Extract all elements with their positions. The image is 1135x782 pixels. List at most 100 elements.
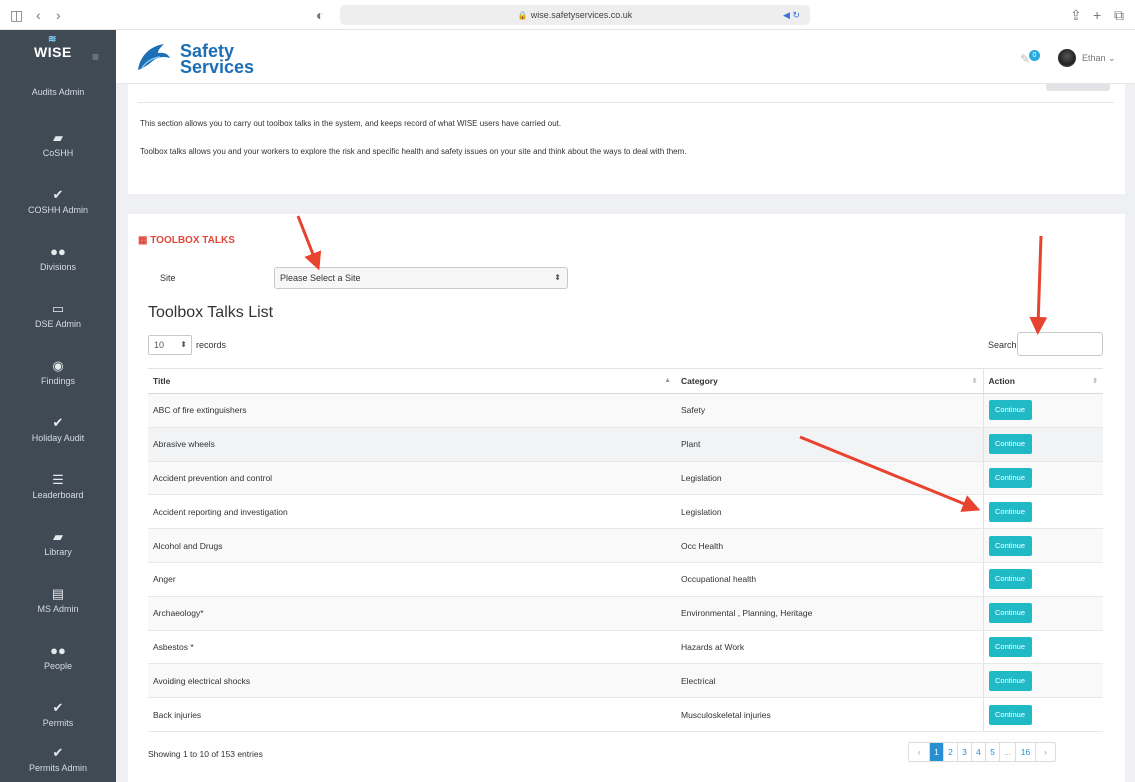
column-header-action[interactable]: Action ⬍ <box>982 368 1103 394</box>
lock-icon: 🔒 <box>517 11 528 20</box>
user-menu[interactable]: Ethan ⌄ <box>1082 53 1116 64</box>
continue-button[interactable]: Continue <box>988 569 1032 590</box>
wifi-icon: ≋ <box>48 34 57 45</box>
sidebar-item-label: DSE Admin <box>34 319 82 329</box>
sidebar-item-ms-admin[interactable]: ▤ MS Admin <box>0 586 116 642</box>
sidebar-item-divisions[interactable]: ●● Divisions <box>0 244 116 300</box>
divider <box>138 102 1114 103</box>
column-header-category[interactable]: Category ⬍ <box>676 368 983 394</box>
table-row: Asbestos * Hazards at Work Continue <box>148 630 1103 665</box>
dolphin-logo-icon[interactable] <box>134 40 172 74</box>
sidebar-item-label: Permits Admin <box>28 763 88 773</box>
pagination-page[interactable]: 16 <box>1015 743 1035 761</box>
cell-title: Back injuries <box>148 697 676 732</box>
continue-button[interactable]: Continue <box>988 670 1032 691</box>
search-input[interactable] <box>1017 332 1103 356</box>
monitor-icon: ▭ <box>51 301 65 316</box>
sidebar-item-leaderboard[interactable]: ☰ Leaderboard <box>0 472 116 528</box>
sidebar-item-label: Permits <box>42 718 74 728</box>
wise-logo[interactable]: ≋ WISE <box>34 34 72 60</box>
pagination-page[interactable]: 2 <box>943 743 957 761</box>
cell-category: Occupational health <box>676 562 983 597</box>
sidebar-item-holiday-audit[interactable]: ✔ Holiday Audit <box>0 415 116 471</box>
sidebar-toggle-icon[interactable]: ◫ <box>10 6 23 24</box>
back-icon[interactable]: ‹ <box>36 6 41 24</box>
cell-action: Continue <box>982 562 1103 597</box>
sidebar-item-label: Divisions <box>39 262 76 272</box>
forward-icon[interactable]: › <box>56 6 61 24</box>
table-row: Alcohol and Drugs Occ Health Continue <box>148 528 1103 563</box>
cell-title: Anger <box>148 562 676 597</box>
sidebar-item-findings[interactable]: ◉ Findings <box>0 358 116 414</box>
address-bar[interactable]: 🔒 wise.safetyservices.co.uk ◀ ↻ <box>340 5 810 25</box>
site-select-value: Please Select a Site <box>280 273 361 283</box>
pagination-next[interactable]: › <box>1035 743 1055 761</box>
site-select[interactable]: Please Select a Site ⬍ <box>274 267 568 289</box>
users-icon: ●● <box>50 643 66 658</box>
eye-icon: ◉ <box>52 358 64 373</box>
page-length-select[interactable]: 10 ⬍ <box>148 335 192 355</box>
check-icon: ✔ <box>52 415 64 430</box>
cell-title: Avoiding electrical shocks <box>148 663 676 699</box>
cell-title: Alcohol and Drugs <box>148 528 676 563</box>
sidebar-item-coshh-admin[interactable]: ✔ COSHH Admin <box>0 187 116 243</box>
new-tab-icon[interactable]: + <box>1093 6 1101 24</box>
cell-category: Legislation <box>676 494 983 530</box>
search-label: Search: <box>988 340 1020 350</box>
url-text: wise.safetyservices.co.uk <box>530 10 633 20</box>
toolbox-talks-table: Title ▲ Category ⬍ Action ⬍ ABC of fire ext… <box>148 368 1103 732</box>
sort-asc-icon: ▲ <box>664 377 671 384</box>
cell-category: Legislation <box>676 461 983 496</box>
sidebar-item-permits-admin[interactable]: ✔ Permits Admin <box>0 745 116 782</box>
audio-icon[interactable]: ◀ ↻ <box>783 5 800 25</box>
sidebar-item-label: CoSHH <box>42 148 74 158</box>
shield-icon[interactable]: ◐ <box>316 6 324 24</box>
cell-category: Occ Health <box>676 528 983 563</box>
continue-button[interactable]: Continue <box>988 467 1032 488</box>
share-icon[interactable]: ⇪ <box>1070 6 1082 24</box>
sidebar-item-coshh[interactable]: ▰ CoSHH <box>0 130 116 186</box>
sidebar-item-label: Library <box>44 547 72 557</box>
cell-action: Continue <box>982 663 1103 699</box>
column-header-title[interactable]: Title ▲ <box>148 368 676 394</box>
cell-category: Musculoskeletal injuries <box>676 697 983 732</box>
hamburger-menu-icon[interactable]: ≡ <box>92 50 99 64</box>
continue-button[interactable]: Continue <box>988 434 1032 455</box>
pagination-page[interactable]: 3 <box>957 743 971 761</box>
sidebar-item-people[interactable]: ●● People <box>0 643 116 699</box>
avatar[interactable] <box>1058 49 1076 67</box>
intro-text-1: This section allows you to carry out too… <box>140 119 562 128</box>
continue-button[interactable]: Continue <box>988 501 1032 522</box>
sidebar-item-dse-admin[interactable]: ▭ DSE Admin <box>0 301 116 357</box>
continue-button[interactable]: Continue <box>988 400 1032 421</box>
cell-category: Environmental , Planning, Heritage <box>676 596 983 631</box>
continue-button[interactable]: Continue <box>988 636 1032 657</box>
sidebar-item-audits-admin[interactable]: Audits Admin <box>0 87 116 97</box>
table-info: Showing 1 to 10 of 153 entries <box>148 749 263 759</box>
brand-area: ≋ WISE ≡ <box>0 30 116 84</box>
table-row: Avoiding electrical shocks Electrical Co… <box>148 663 1103 699</box>
pagination-page[interactable]: 4 <box>971 743 985 761</box>
sidebar-item-label: Leaderboard <box>32 490 84 500</box>
site-label: Site <box>160 273 176 283</box>
toolbox-talks-card: ▦ TOOLBOX TALKS Site Please Select a Sit… <box>128 214 1125 782</box>
cell-action: Continue <box>982 494 1103 530</box>
sidebar-item-library[interactable]: ▰ Library <box>0 529 116 585</box>
calendar-icon: ▦ <box>138 235 151 246</box>
pagination-prev[interactable]: ‹ <box>909 743 929 761</box>
continue-button[interactable]: Continue <box>988 704 1032 725</box>
brand-name: WISE <box>34 44 72 60</box>
company-line-2: Services <box>180 57 255 77</box>
book-icon: ▰ <box>53 529 63 544</box>
cell-title: Asbestos * <box>148 630 676 665</box>
continue-button[interactable]: Continue <box>988 603 1032 624</box>
column-header-label: Category <box>681 376 718 386</box>
check-icon: ✔ <box>52 187 64 202</box>
pagination-page[interactable]: 1 <box>929 743 943 761</box>
company-name: Safety Services <box>180 42 255 77</box>
pagination-page[interactable]: 5 <box>985 743 999 761</box>
sidebar-item-label: People <box>43 661 73 671</box>
continue-button[interactable]: Continue <box>988 535 1032 556</box>
card-top-button[interactable] <box>1046 84 1110 91</box>
tabs-icon[interactable]: ⧉ <box>1114 6 1124 24</box>
